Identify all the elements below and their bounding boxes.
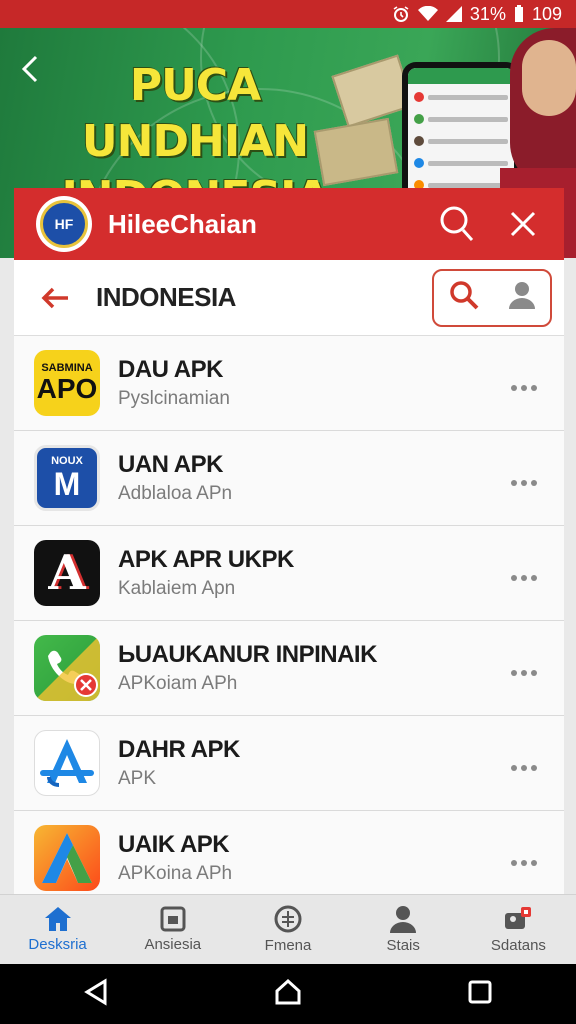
nous-m-icon: NOUX M bbox=[34, 445, 100, 511]
list-item[interactable]: UAIK APK APKoina APh bbox=[14, 811, 564, 894]
app-store-icon bbox=[34, 730, 100, 796]
square-icon bbox=[160, 906, 186, 932]
nav-ansiesia[interactable]: Ansiesia bbox=[115, 895, 230, 964]
nav-label: Ansiesia bbox=[144, 936, 202, 953]
more-options-button[interactable] bbox=[504, 843, 544, 874]
home-outline-icon bbox=[275, 978, 301, 1004]
nav-sdatans[interactable]: Sdatans bbox=[461, 895, 576, 964]
home-icon bbox=[44, 907, 71, 931]
icon-caption: APO bbox=[36, 373, 98, 404]
app-window: HF HileeChaian INDONESIA SABMINA APO DAU… bbox=[14, 188, 564, 894]
nav-fmena[interactable]: Fmena bbox=[230, 895, 345, 964]
header-close-button[interactable] bbox=[500, 201, 546, 247]
app-name: DAHR APK bbox=[118, 736, 240, 763]
search-actions bbox=[432, 268, 552, 327]
app-subtitle: Kablaiem Apn bbox=[118, 578, 236, 599]
app-name: DAU APK bbox=[118, 356, 223, 383]
system-home-button[interactable] bbox=[274, 978, 302, 1011]
back-button[interactable] bbox=[40, 286, 74, 310]
ellipsis-icon bbox=[511, 384, 537, 391]
nav-label: Fmena bbox=[264, 937, 312, 954]
more-options-button[interactable] bbox=[504, 463, 544, 494]
app-subtitle: APKoiam APh bbox=[118, 673, 238, 694]
search-icon bbox=[450, 281, 479, 310]
app-name: UAIK APK bbox=[118, 831, 230, 858]
nav-desksria[interactable]: Desksria bbox=[0, 895, 115, 964]
system-navigation-bar bbox=[0, 964, 576, 1024]
list-item[interactable]: NOUX M UAN APK Adblaloa APn bbox=[14, 431, 564, 526]
logo-text: HF bbox=[40, 200, 88, 248]
app-logo: HF bbox=[36, 196, 92, 252]
app-header: HF HileeChaian bbox=[14, 188, 564, 260]
arrow-left-icon bbox=[41, 287, 68, 308]
phone-call-icon bbox=[34, 635, 100, 701]
ellipsis-icon bbox=[511, 764, 537, 771]
search-button[interactable] bbox=[448, 279, 480, 316]
icon-caption: M bbox=[53, 466, 81, 502]
list-item[interactable]: SABMINA APO DAU APK Pyslcinamian bbox=[14, 336, 564, 431]
app-name: UAN APK bbox=[118, 451, 223, 478]
close-icon bbox=[510, 211, 536, 237]
system-back-button[interactable] bbox=[83, 977, 109, 1011]
nav-label: Desksria bbox=[28, 936, 87, 953]
list-item[interactable]: DAHR APK APK bbox=[14, 716, 564, 811]
icon-caption: A bbox=[48, 545, 86, 601]
battery-icon bbox=[514, 5, 524, 23]
app-subtitle: APK bbox=[118, 768, 157, 789]
search-bar: INDONESIA bbox=[14, 260, 564, 336]
more-options-button[interactable] bbox=[504, 558, 544, 589]
person-icon bbox=[390, 906, 417, 933]
clock: 109 bbox=[531, 3, 562, 24]
wifi-icon bbox=[417, 6, 438, 22]
list-item[interactable]: A APK APR UKPK Kablaiem Apn bbox=[14, 526, 564, 621]
account-button[interactable] bbox=[508, 280, 536, 315]
ellipsis-icon bbox=[511, 669, 537, 676]
signal-icon bbox=[445, 6, 462, 22]
system-recents-button[interactable] bbox=[467, 979, 493, 1010]
search-title: INDONESIA bbox=[96, 282, 236, 312]
person-icon bbox=[509, 282, 535, 309]
ellipsis-icon bbox=[511, 479, 537, 486]
app-list: SABMINA APO DAU APK Pyslcinamian NOUX M … bbox=[14, 336, 564, 894]
header-search-button[interactable] bbox=[434, 201, 480, 247]
app-subtitle: APKoina APh bbox=[118, 863, 233, 884]
triangle-back-icon bbox=[83, 977, 107, 1006]
square-outline-icon bbox=[468, 980, 492, 1003]
ellipsis-icon bbox=[511, 859, 537, 866]
nav-label: Sdatans bbox=[490, 937, 546, 954]
nav-stais[interactable]: Stais bbox=[346, 895, 461, 964]
app-subtitle: Adblaloa APn bbox=[118, 483, 233, 504]
app-name: ЬUAUKANUR INPINAIK bbox=[118, 641, 377, 668]
profile-badge-icon bbox=[505, 907, 532, 929]
battery-percent: 31% bbox=[469, 3, 506, 24]
colorful-a-icon bbox=[34, 825, 100, 891]
app-subtitle: Pyslcinamian bbox=[118, 388, 230, 409]
more-options-button[interactable] bbox=[504, 748, 544, 779]
bottom-navigation: Desksria Ansiesia Fmena Stais Sdatans bbox=[0, 894, 576, 964]
compass-icon bbox=[274, 905, 302, 933]
letter-a-icon: A bbox=[34, 540, 100, 606]
list-item[interactable]: ЬUAUKANUR INPINAIK APKoiam APh bbox=[14, 621, 564, 716]
status-bar: 31% 109 bbox=[0, 0, 576, 28]
sabmina-apo-icon: SABMINA APO bbox=[34, 350, 100, 416]
search-icon bbox=[440, 206, 474, 242]
ellipsis-icon bbox=[511, 574, 537, 581]
nav-label: Stais bbox=[386, 937, 420, 954]
app-title: HileeChaian bbox=[108, 208, 257, 239]
more-options-button[interactable] bbox=[504, 368, 544, 399]
more-options-button[interactable] bbox=[504, 653, 544, 684]
alarm-icon bbox=[392, 5, 410, 23]
app-name: APK APR UKPK bbox=[118, 546, 294, 573]
